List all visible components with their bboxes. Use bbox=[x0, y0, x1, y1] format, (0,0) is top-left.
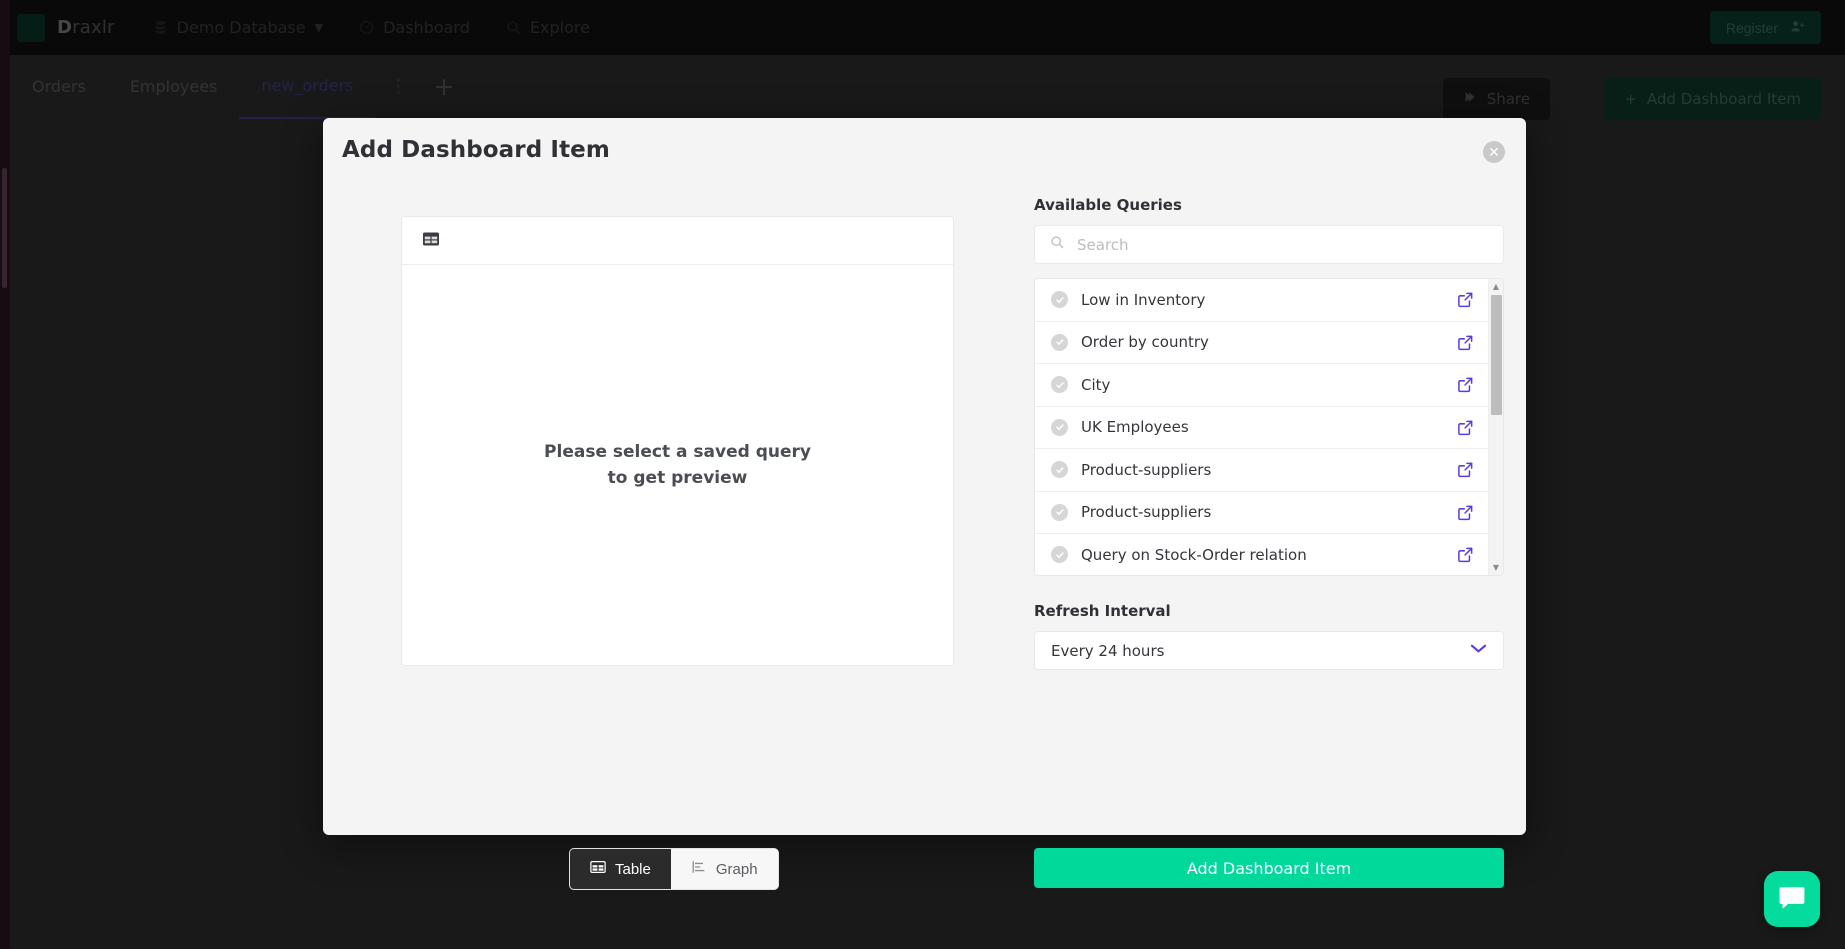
query-preview-panel: Please select a saved query to get previ… bbox=[401, 216, 954, 666]
query-list-item[interactable]: Order by country bbox=[1035, 322, 1488, 364]
query-list-item-label: City bbox=[1081, 375, 1111, 394]
check-circle-icon[interactable] bbox=[1051, 291, 1068, 309]
preview-panel-header bbox=[402, 217, 953, 265]
check-circle-icon[interactable] bbox=[1051, 461, 1068, 479]
chat-widget-button[interactable] bbox=[1764, 871, 1820, 927]
query-list-item-label: Low in Inventory bbox=[1081, 290, 1206, 309]
external-link-icon[interactable] bbox=[1457, 334, 1474, 351]
scroll-up-arrow-icon[interactable]: ▲ bbox=[1489, 280, 1503, 293]
query-list-body: Low in Inventory Order by country City UK E… bbox=[1035, 279, 1488, 575]
query-list-item[interactable]: Product-suppliers bbox=[1035, 492, 1488, 534]
scroll-down-arrow-icon[interactable]: ▼ bbox=[1489, 561, 1503, 574]
query-list-item-label: Product-suppliers bbox=[1081, 460, 1212, 479]
view-toggle-table[interactable]: Table bbox=[570, 849, 671, 889]
preview-empty-message: Please select a saved query to get previ… bbox=[402, 265, 953, 665]
preview-empty-line-2: to get preview bbox=[607, 468, 748, 488]
available-queries-label: Available Queries bbox=[1034, 196, 1182, 214]
query-list-item[interactable]: Query on Stock-Order relation bbox=[1035, 534, 1488, 575]
query-list-item[interactable]: UK Employees bbox=[1035, 407, 1488, 449]
query-list-scrollbar[interactable]: ▲ ▼ bbox=[1488, 279, 1503, 575]
view-toggle-graph[interactable]: Graph bbox=[670, 849, 778, 889]
table-icon bbox=[422, 230, 440, 252]
refresh-interval-block: Refresh Interval Every 24 hours bbox=[1034, 602, 1504, 670]
query-list-item-label: Product-suppliers bbox=[1081, 503, 1212, 522]
external-link-icon[interactable] bbox=[1457, 419, 1474, 436]
view-toggle-graph-label: Graph bbox=[715, 860, 758, 878]
search-input[interactable] bbox=[1077, 226, 1503, 263]
view-toggle-table-label: Table bbox=[615, 860, 651, 878]
query-list-item[interactable]: Product-suppliers bbox=[1035, 449, 1488, 492]
search-icon bbox=[1050, 235, 1065, 254]
refresh-interval-label: Refresh Interval bbox=[1034, 602, 1171, 620]
query-list-item-label: UK Employees bbox=[1081, 418, 1189, 437]
view-mode-toggle: Table Graph bbox=[569, 848, 779, 890]
modal-title: Add Dashboard Item bbox=[342, 137, 610, 163]
preview-empty-line-1: Please select a saved query bbox=[544, 441, 811, 462]
query-list-item[interactable]: Low in Inventory bbox=[1035, 279, 1488, 322]
refresh-interval-value: Every 24 hours bbox=[1051, 641, 1165, 660]
external-link-icon[interactable] bbox=[1457, 546, 1474, 563]
check-circle-icon[interactable] bbox=[1051, 418, 1068, 436]
external-link-icon[interactable] bbox=[1457, 376, 1474, 393]
add-dashboard-item-modal: Add Dashboard Item ✕ Please select a sav… bbox=[323, 118, 1526, 890]
scrollbar-thumb[interactable] bbox=[1491, 295, 1502, 415]
available-queries-list: Low in Inventory Order by country City UK E… bbox=[1034, 278, 1504, 576]
external-link-icon[interactable] bbox=[1457, 461, 1474, 478]
check-circle-icon[interactable] bbox=[1051, 333, 1068, 351]
query-list-item[interactable]: City bbox=[1035, 364, 1488, 407]
table-view-icon bbox=[590, 859, 606, 879]
refresh-interval-select[interactable]: Every 24 hours bbox=[1034, 631, 1504, 670]
modal-right-column: Available Queries Low in Inventory Order … bbox=[1034, 196, 1504, 670]
bar-chart-icon bbox=[691, 859, 707, 879]
close-icon[interactable]: ✕ bbox=[1483, 141, 1505, 163]
external-link-icon[interactable] bbox=[1457, 504, 1474, 521]
check-circle-icon[interactable] bbox=[1051, 546, 1068, 564]
query-list-item-label: Query on Stock-Order relation bbox=[1081, 545, 1307, 564]
query-search-box[interactable] bbox=[1034, 225, 1504, 264]
check-circle-icon[interactable] bbox=[1051, 503, 1068, 521]
check-circle-icon[interactable] bbox=[1051, 376, 1068, 394]
submit-add-dashboard-item-button[interactable]: Add Dashboard Item bbox=[1034, 848, 1504, 888]
chat-bubble-icon bbox=[1777, 883, 1807, 916]
external-link-icon[interactable] bbox=[1457, 291, 1474, 308]
chevron-down-icon bbox=[1470, 643, 1487, 658]
query-list-item-label: Order by country bbox=[1081, 333, 1209, 352]
